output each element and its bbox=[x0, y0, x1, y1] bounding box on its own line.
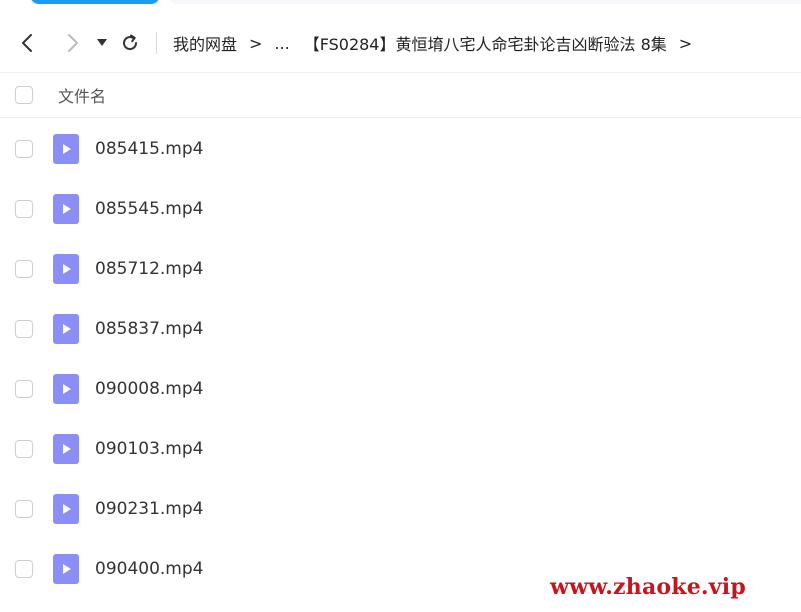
refresh-icon bbox=[123, 34, 138, 51]
file-checkbox[interactable] bbox=[15, 200, 33, 218]
file-row[interactable]: 085415.mp4 bbox=[0, 119, 801, 179]
file-name[interactable]: 090008.mp4 bbox=[95, 379, 203, 399]
forward-button[interactable] bbox=[56, 26, 90, 60]
select-all-checkbox[interactable] bbox=[15, 86, 33, 104]
breadcrumb-ellipsis[interactable]: ... bbox=[274, 34, 289, 53]
navigation-toolbar: 我的网盘 > ... 【FS0284】黄恒堉八宅人命宅卦论吉凶断验法 8集 > bbox=[0, 18, 801, 68]
file-table-header: 文件名 bbox=[0, 72, 801, 118]
file-row[interactable]: 085545.mp4 bbox=[0, 179, 801, 239]
breadcrumb-root[interactable]: 我的网盘 bbox=[173, 31, 237, 55]
file-name[interactable]: 085415.mp4 bbox=[95, 139, 203, 159]
file-checkbox[interactable] bbox=[15, 500, 33, 518]
file-row[interactable]: 085712.mp4 bbox=[0, 239, 801, 299]
file-checkbox[interactable] bbox=[15, 380, 33, 398]
history-dropdown-button[interactable] bbox=[92, 26, 112, 60]
back-button[interactable] bbox=[10, 26, 44, 60]
refresh-button[interactable] bbox=[116, 26, 144, 60]
video-file-icon bbox=[53, 194, 79, 224]
file-checkbox[interactable] bbox=[15, 560, 33, 578]
video-file-icon bbox=[53, 494, 79, 524]
file-checkbox[interactable] bbox=[15, 440, 33, 458]
file-row[interactable]: 090008.mp4 bbox=[0, 359, 801, 419]
file-name[interactable]: 085712.mp4 bbox=[95, 259, 203, 279]
file-name[interactable]: 085837.mp4 bbox=[95, 319, 203, 339]
breadcrumb-trailing-separator[interactable]: > bbox=[679, 34, 692, 53]
watermark: www.zhaoke.vip bbox=[550, 574, 746, 600]
video-file-icon bbox=[53, 254, 79, 284]
file-name[interactable]: 090103.mp4 bbox=[95, 439, 203, 459]
video-file-icon bbox=[53, 314, 79, 344]
top-search-field[interactable] bbox=[170, 0, 801, 4]
column-header-filename[interactable]: 文件名 bbox=[58, 83, 106, 107]
file-name[interactable]: 090400.mp4 bbox=[95, 559, 203, 579]
file-row[interactable]: 085837.mp4 bbox=[0, 299, 801, 359]
breadcrumb-separator: > bbox=[249, 33, 263, 53]
file-name[interactable]: 090231.mp4 bbox=[95, 499, 203, 519]
top-action-button[interactable] bbox=[30, 0, 160, 4]
file-checkbox[interactable] bbox=[15, 260, 33, 278]
file-checkbox[interactable] bbox=[15, 320, 33, 338]
file-row[interactable]: 090231.mp4 bbox=[0, 479, 801, 539]
file-row[interactable]: 090103.mp4 bbox=[0, 419, 801, 479]
video-file-icon bbox=[53, 434, 79, 464]
top-strip bbox=[0, 0, 801, 8]
chevron-left-icon bbox=[22, 34, 32, 52]
file-name[interactable]: 085545.mp4 bbox=[95, 199, 203, 219]
toolbar-divider bbox=[156, 32, 157, 54]
chevron-right-icon bbox=[68, 34, 78, 52]
breadcrumb: 我的网盘 > ... 【FS0284】黄恒堉八宅人命宅卦论吉凶断验法 8集 > bbox=[173, 31, 704, 55]
caret-down-icon bbox=[97, 39, 107, 46]
video-file-icon bbox=[53, 134, 79, 164]
video-file-icon bbox=[53, 374, 79, 404]
breadcrumb-current-folder[interactable]: 【FS0284】黄恒堉八宅人命宅卦论吉凶断验法 8集 bbox=[304, 31, 667, 55]
file-checkbox[interactable] bbox=[15, 140, 33, 158]
video-file-icon bbox=[53, 554, 79, 584]
file-list: 085415.mp4 085545.mp4 085712.mp4 085837.… bbox=[0, 119, 801, 599]
